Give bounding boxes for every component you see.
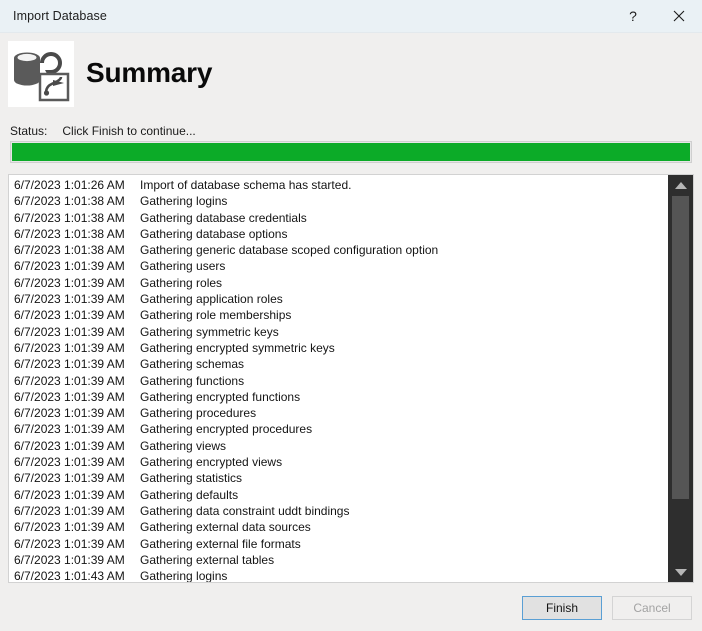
log-row[interactable]: 6/7/2023 1:01:39 AM Gathering symmetric k…	[9, 324, 669, 340]
log-row-message: Gathering symmetric keys	[140, 324, 279, 339]
log-row[interactable]: 6/7/2023 1:01:39 AM Gathering encrypted f…	[9, 389, 669, 405]
log-row-timestamp: 6/7/2023 1:01:39 AM	[14, 373, 125, 388]
finish-button[interactable]: Finish	[522, 596, 602, 620]
log-row-message: Gathering data constraint uddt bindings	[140, 503, 350, 518]
log-row-message: Gathering procedures	[140, 406, 257, 421]
log-row-timestamp: 6/7/2023 1:01:38 AM	[14, 243, 125, 258]
cancel-button: Cancel	[612, 596, 692, 620]
log-row-timestamp: 6/7/2023 1:01:39 AM	[14, 357, 125, 372]
log-row-message: Gathering logins	[140, 194, 228, 209]
log-row[interactable]: 6/7/2023 1:01:39 AM Gathering statistics	[9, 470, 669, 486]
log-row-message: Gathering encrypted views	[140, 455, 283, 470]
window-title: Import Database	[13, 9, 107, 23]
log-row[interactable]: 6/7/2023 1:01:38 AM Gathering database cr…	[9, 210, 669, 226]
log-row-timestamp: 6/7/2023 1:01:39 AM	[14, 340, 125, 355]
progress-bar	[10, 141, 692, 163]
log-row-timestamp: 6/7/2023 1:01:39 AM	[14, 536, 125, 551]
log-row[interactable]: 6/7/2023 1:01:39 AM Gathering roles	[9, 275, 669, 291]
log-row-timestamp: 6/7/2023 1:01:39 AM	[14, 487, 125, 502]
page-title: Summary	[86, 57, 213, 88]
log-row-timestamp: 6/7/2023 1:01:39 AM	[14, 503, 125, 518]
log-row-timestamp: 6/7/2023 1:01:39 AM	[14, 471, 125, 486]
log-row-message: Gathering logins	[140, 569, 228, 582]
log-row-message: Gathering encrypted procedures	[140, 422, 313, 437]
log-row-message: Gathering database options	[140, 226, 288, 241]
log-row[interactable]: 6/7/2023 1:01:38 AM Gathering logins	[9, 193, 669, 209]
scroll-down-arrow-icon[interactable]	[668, 562, 693, 582]
log-row-message: Gathering application roles	[140, 292, 283, 307]
help-button[interactable]: ?	[610, 0, 656, 32]
log-row[interactable]: 6/7/2023 1:01:38 AM Gathering generic dat…	[9, 242, 669, 258]
log-row[interactable]: 6/7/2023 1:01:39 AM Gathering procedures	[9, 405, 669, 421]
log-row-timestamp: 6/7/2023 1:01:38 AM	[14, 210, 125, 225]
close-button[interactable]	[656, 0, 702, 32]
title-bar: Import Database ?	[0, 0, 702, 33]
log-row[interactable]: 6/7/2023 1:01:39 AM Gathering views	[9, 438, 669, 454]
log-row-message: Gathering database credentials	[140, 210, 307, 225]
log-row-timestamp: 6/7/2023 1:01:39 AM	[14, 292, 125, 307]
log-row[interactable]: 6/7/2023 1:01:43 AM Gathering logins	[9, 568, 669, 582]
scrollbar-thumb[interactable]	[672, 196, 689, 499]
log-row-timestamp: 6/7/2023 1:01:39 AM	[14, 308, 125, 323]
log-row-timestamp: 6/7/2023 1:01:39 AM	[14, 552, 125, 567]
log-row-message: Gathering external tables	[140, 552, 275, 567]
log-row[interactable]: 6/7/2023 1:01:39 AM Gathering functions	[9, 373, 669, 389]
log-row-timestamp: 6/7/2023 1:01:39 AM	[14, 438, 125, 453]
log-row[interactable]: 6/7/2023 1:01:39 AM Gathering schemas	[9, 356, 669, 372]
log-row[interactable]: 6/7/2023 1:01:39 AM Gathering users	[9, 258, 669, 274]
log-row-message: Gathering views	[140, 438, 227, 453]
vertical-scrollbar[interactable]	[668, 175, 693, 582]
log-row-timestamp: 6/7/2023 1:01:39 AM	[14, 389, 125, 404]
log-row-timestamp: 6/7/2023 1:01:26 AM	[14, 178, 125, 192]
database-import-icon	[8, 41, 74, 107]
log-row[interactable]: 6/7/2023 1:01:39 AM Gathering role member…	[9, 307, 669, 323]
log-row-message: Gathering schemas	[140, 357, 245, 372]
question-mark-icon: ?	[629, 8, 637, 24]
log-row-message: Gathering encrypted symmetric keys	[140, 340, 335, 355]
log-row-message: Gathering external data sources	[140, 520, 311, 535]
log-row-timestamp: 6/7/2023 1:01:39 AM	[14, 455, 125, 470]
log-row-timestamp: 6/7/2023 1:01:39 AM	[14, 259, 125, 274]
log-row-message: Gathering users	[140, 259, 226, 274]
log-row-message: Gathering roles	[140, 275, 223, 290]
log-row-message: Gathering statistics	[140, 471, 243, 486]
log-row[interactable]: 6/7/2023 1:01:39 AM Gathering external fi…	[9, 536, 669, 552]
status-row: Status: Click Finish to continue...	[10, 123, 196, 139]
log-row-timestamp: 6/7/2023 1:01:38 AM	[14, 194, 125, 209]
status-value: Click Finish to continue...	[62, 124, 196, 138]
log-row-timestamp: 6/7/2023 1:01:38 AM	[14, 226, 125, 241]
log-row[interactable]: 6/7/2023 1:01:39 AM Gathering encrypted s…	[9, 340, 669, 356]
log-row-timestamp: 6/7/2023 1:01:43 AM	[14, 569, 125, 582]
status-label: Status:	[10, 124, 48, 138]
log-list[interactable]: 6/7/2023 1:01:26 AM Import of database sc…	[8, 174, 694, 583]
log-row-message: Gathering encrypted functions	[140, 389, 301, 404]
progress-bar-fill	[12, 143, 690, 161]
log-row[interactable]: 6/7/2023 1:01:39 AM Gathering encrypted v…	[9, 454, 669, 470]
log-rows-container: 6/7/2023 1:01:26 AM Import of database sc…	[9, 177, 669, 582]
close-icon	[673, 10, 685, 22]
log-row-message: Gathering defaults	[140, 487, 239, 502]
log-row[interactable]: 6/7/2023 1:01:39 AM Gathering external da…	[9, 519, 669, 535]
log-row-timestamp: 6/7/2023 1:01:39 AM	[14, 520, 125, 535]
log-row[interactable]: 6/7/2023 1:01:39 AM Gathering encrypted p…	[9, 421, 669, 437]
log-row[interactable]: 6/7/2023 1:01:39 AM Gathering application…	[9, 291, 669, 307]
log-row[interactable]: 6/7/2023 1:01:38 AM Gathering database op…	[9, 226, 669, 242]
log-row-message: Gathering generic database scoped config…	[140, 243, 439, 258]
log-row-timestamp: 6/7/2023 1:01:39 AM	[14, 275, 125, 290]
log-row[interactable]: 6/7/2023 1:01:39 AM Gathering data constr…	[9, 503, 669, 519]
log-row-timestamp: 6/7/2023 1:01:39 AM	[14, 406, 125, 421]
log-row-timestamp: 6/7/2023 1:01:39 AM	[14, 324, 125, 339]
log-row-message: Import of database schema has started.	[140, 178, 352, 192]
log-row-message: Gathering role memberships	[140, 308, 292, 323]
log-row[interactable]: 6/7/2023 1:01:39 AM Gathering external ta…	[9, 552, 669, 568]
log-row-message: Gathering functions	[140, 373, 245, 388]
log-row-message: Gathering external file formats	[140, 536, 301, 551]
log-row[interactable]: 6/7/2023 1:01:39 AM Gathering defaults	[9, 487, 669, 503]
log-row[interactable]: 6/7/2023 1:01:26 AM Import of database sc…	[9, 177, 669, 193]
scroll-up-arrow-icon[interactable]	[668, 175, 693, 195]
log-row-timestamp: 6/7/2023 1:01:39 AM	[14, 422, 125, 437]
